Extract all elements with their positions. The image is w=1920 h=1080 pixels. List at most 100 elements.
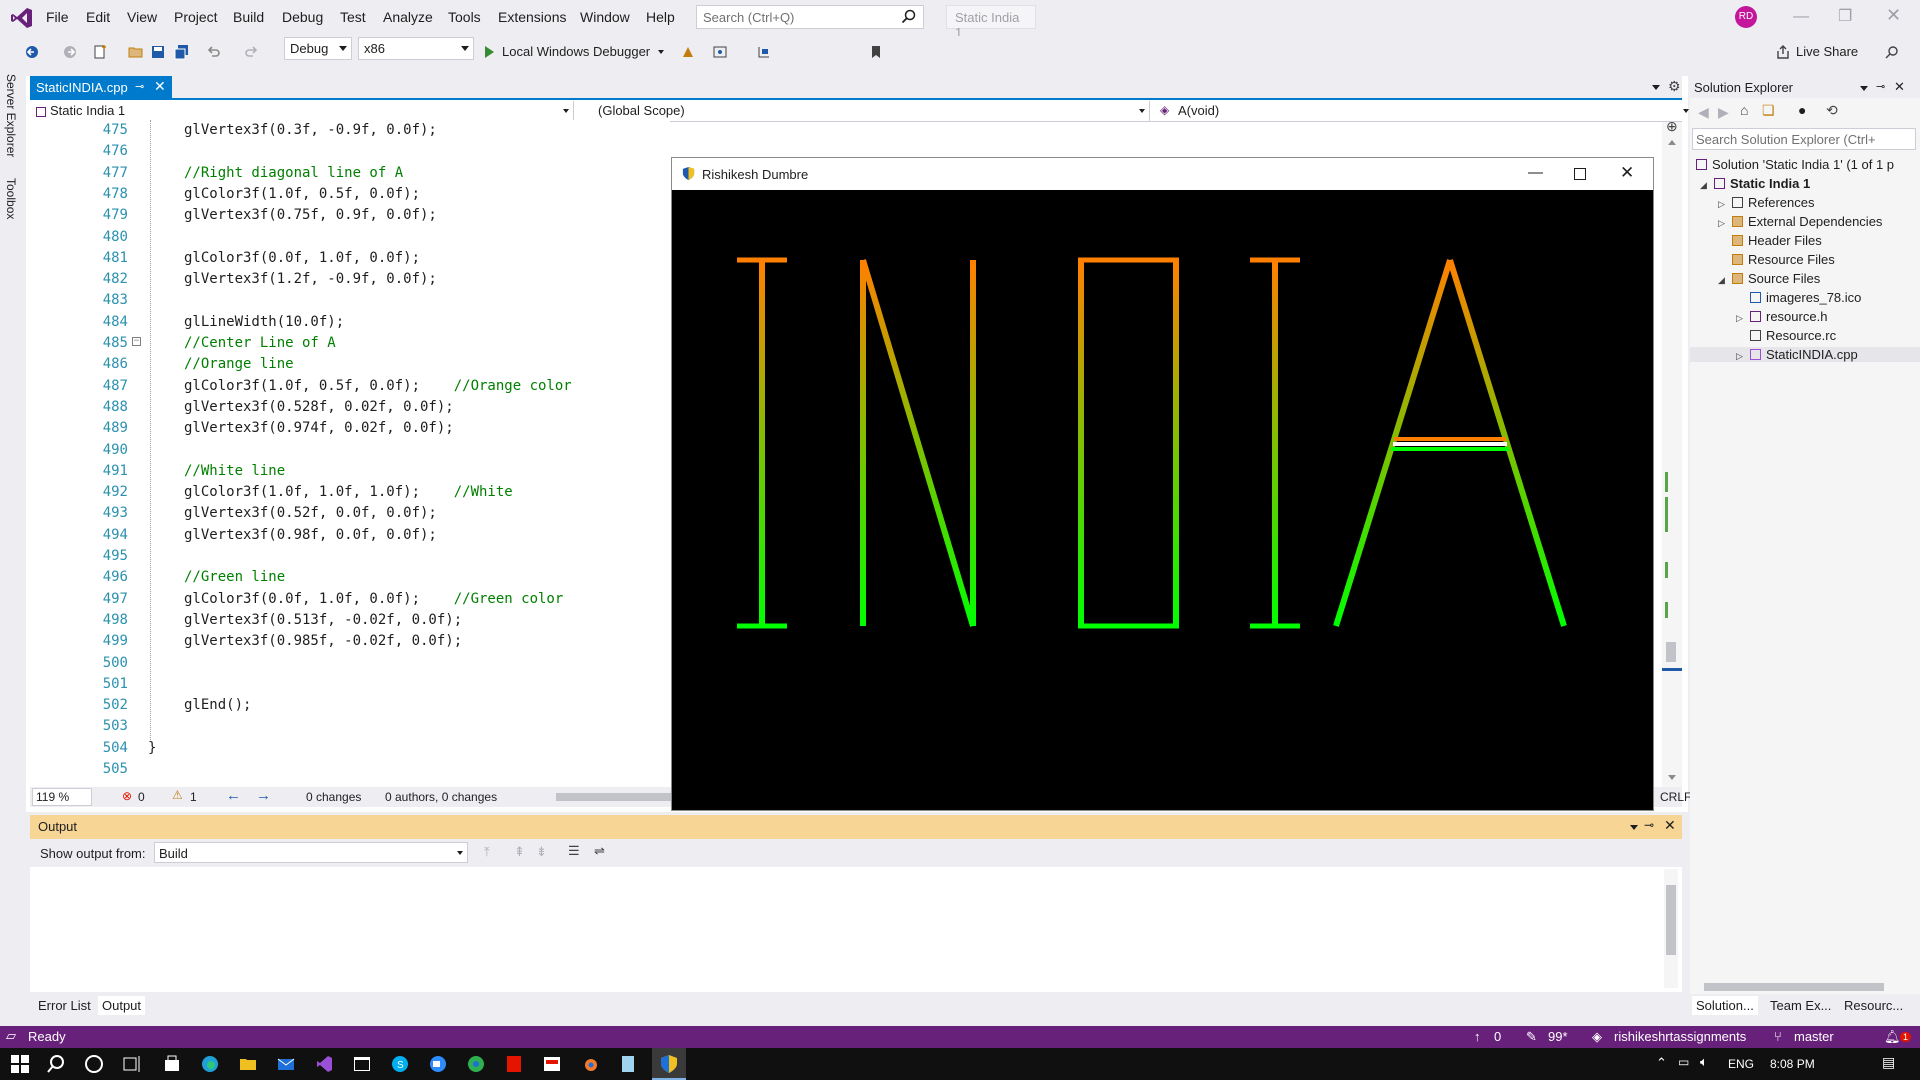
cortana-icon[interactable] bbox=[84, 1054, 104, 1074]
horizontal-scroll-thumb[interactable] bbox=[556, 793, 686, 801]
menu-debug[interactable]: Debug bbox=[282, 9, 323, 25]
menu-build[interactable]: Build bbox=[233, 9, 264, 25]
new-project-icon[interactable] bbox=[92, 44, 108, 60]
minimize-icon[interactable]: — bbox=[1793, 8, 1809, 26]
tree-item[interactable]: Solution 'Static India 1' (1 of 1 p bbox=[1696, 157, 1894, 172]
scroll-up-icon[interactable] bbox=[1668, 140, 1676, 145]
output-vertical-scrollbar[interactable] bbox=[1664, 869, 1678, 988]
clock[interactable]: 8:08 PM bbox=[1770, 1057, 1815, 1071]
edge-icon[interactable] bbox=[200, 1054, 220, 1074]
solution-search-input[interactable]: Search Solution Explorer (Ctrl+ bbox=[1692, 128, 1916, 150]
skype-icon[interactable]: S bbox=[390, 1054, 410, 1074]
collapse-icon[interactable]: − bbox=[132, 337, 141, 346]
menu-window[interactable]: Window bbox=[580, 9, 630, 25]
output-text-area[interactable] bbox=[30, 867, 1682, 992]
acrobat-icon[interactable] bbox=[504, 1054, 524, 1074]
find-message-icon[interactable]: ⤒ bbox=[484, 844, 490, 860]
live-share-icon[interactable] bbox=[1775, 44, 1791, 60]
notification-bell-icon[interactable]: 🔔︎ bbox=[1884, 1029, 1901, 1045]
tab-error-list[interactable]: Error List bbox=[34, 996, 95, 1015]
menu-edit[interactable]: Edit bbox=[86, 9, 110, 25]
tree-item[interactable]: ▷ resource.h bbox=[1736, 309, 1827, 324]
back-icon[interactable] bbox=[24, 44, 40, 60]
horizontal-scroll-thumb[interactable] bbox=[1704, 983, 1884, 991]
menu-extensions[interactable]: Extensions bbox=[498, 9, 566, 25]
menu-project[interactable]: Project bbox=[174, 9, 218, 25]
output-source-select[interactable]: Build bbox=[154, 842, 468, 863]
switch-views-icon[interactable]: ❏ bbox=[1762, 102, 1775, 119]
next-message-icon[interactable]: ⇟ bbox=[536, 844, 547, 860]
tree-item[interactable]: ▷ References bbox=[1718, 195, 1814, 210]
pin-icon[interactable]: ⊸ bbox=[135, 80, 144, 93]
menu-test[interactable]: Test bbox=[340, 9, 366, 25]
start-debugger-label[interactable]: Local Windows Debugger bbox=[502, 44, 650, 59]
windows-start-icon[interactable] bbox=[10, 1054, 30, 1074]
zoom-select[interactable]: 119 % bbox=[32, 788, 92, 806]
start-debug-icon[interactable] bbox=[481, 44, 497, 60]
global-scope-select[interactable]: (Global Scope) bbox=[578, 101, 1150, 121]
repository-icon[interactable]: ◈ bbox=[1592, 1029, 1602, 1045]
next-issue-icon[interactable]: → bbox=[256, 787, 271, 804]
open-folder-icon[interactable] bbox=[128, 44, 144, 60]
pencil-icon[interactable]: ✎ bbox=[1526, 1029, 1537, 1045]
notepad-icon[interactable] bbox=[618, 1054, 638, 1074]
scroll-thumb[interactable] bbox=[1666, 885, 1676, 955]
close-icon[interactable]: ✕ bbox=[1886, 5, 1901, 26]
save-icon[interactable] bbox=[150, 44, 166, 60]
pending-edits-count[interactable]: 99* bbox=[1548, 1029, 1568, 1044]
store-icon[interactable] bbox=[162, 1054, 182, 1074]
clear-all-icon[interactable]: ☰ bbox=[568, 843, 580, 859]
opengl-window-titlebar[interactable]: Rishikesh Dumbre — ✕ bbox=[672, 158, 1653, 190]
split-icon[interactable]: ⊕ bbox=[1666, 118, 1678, 135]
settings-icon[interactable]: ⚙ bbox=[1668, 78, 1681, 95]
editor-vertical-scrollbar[interactable]: ⊕ bbox=[1662, 118, 1682, 787]
close-tab-icon[interactable]: ✕ bbox=[154, 78, 166, 95]
tree-item[interactable]: ▷ External Dependencies bbox=[1718, 214, 1882, 229]
pending-changes-icon[interactable]: ● bbox=[1798, 102, 1806, 118]
live-share-label[interactable]: Live Share bbox=[1796, 44, 1858, 59]
step-icon[interactable] bbox=[756, 44, 772, 60]
save-all-icon[interactable] bbox=[174, 44, 190, 60]
authors-label[interactable]: 0 authors, 0 changes bbox=[385, 790, 497, 804]
panel-dropdown-icon[interactable] bbox=[1630, 825, 1638, 830]
tab-team-explorer[interactable]: Team Ex... bbox=[1766, 996, 1835, 1015]
close-icon[interactable]: ✕ bbox=[1620, 163, 1634, 183]
blender-icon[interactable] bbox=[580, 1054, 600, 1074]
project-scope-select[interactable]: Static India 1 bbox=[30, 101, 574, 121]
collapse-icon[interactable]: ◢ bbox=[1700, 180, 1714, 191]
home-icon[interactable]: ⌂ bbox=[1740, 102, 1748, 118]
error-icon[interactable]: ⊗ bbox=[122, 789, 132, 803]
tree-item[interactable]: Resource Files bbox=[1732, 252, 1835, 267]
word-wrap-icon[interactable]: ⇌ bbox=[594, 843, 605, 859]
file-explorer-icon[interactable] bbox=[238, 1054, 258, 1074]
collapse-icon[interactable]: ◢ bbox=[1718, 275, 1732, 286]
maximize-icon[interactable] bbox=[1574, 168, 1586, 180]
tree-item[interactable]: ◢ Static India 1 bbox=[1700, 176, 1810, 191]
platform-select[interactable]: x86 bbox=[358, 37, 474, 60]
changes-label[interactable]: 0 changes bbox=[306, 790, 361, 804]
network-icon[interactable]: ▭ bbox=[1678, 1055, 1689, 1069]
member-select[interactable]: ◈ A(void) bbox=[1154, 101, 1694, 121]
menu-tools[interactable]: Tools bbox=[448, 9, 481, 25]
expand-icon[interactable]: ▷ bbox=[1718, 218, 1732, 229]
server-explorer-tab[interactable]: Server Explorer bbox=[4, 74, 18, 157]
close-panel-icon[interactable]: ✕ bbox=[1664, 817, 1676, 834]
video-app-icon[interactable] bbox=[542, 1054, 562, 1074]
visual-studio-icon[interactable] bbox=[314, 1054, 334, 1074]
tab-output[interactable]: Output bbox=[98, 996, 146, 1015]
pin-icon[interactable]: ⊸ bbox=[1644, 818, 1654, 832]
opengl-app-icon[interactable] bbox=[659, 1054, 679, 1074]
tray-chevron-icon[interactable]: ⌃ bbox=[1656, 1055, 1667, 1071]
mail-icon[interactable] bbox=[276, 1054, 296, 1074]
scroll-down-icon[interactable] bbox=[1668, 775, 1676, 780]
tree-item[interactable]: Header Files bbox=[1732, 233, 1822, 248]
configuration-select[interactable]: Debug bbox=[284, 37, 352, 60]
volume-icon[interactable]: 🔈︎ bbox=[1700, 1054, 1708, 1070]
warning-icon[interactable]: ⚠ bbox=[172, 788, 183, 802]
tab-list-dropdown-icon[interactable] bbox=[1652, 85, 1660, 90]
expand-icon[interactable]: ▷ bbox=[1718, 199, 1732, 210]
chrome-icon[interactable] bbox=[466, 1054, 486, 1074]
menu-help[interactable]: Help bbox=[646, 9, 675, 25]
expand-icon[interactable]: ▷ bbox=[1736, 351, 1750, 362]
avatar[interactable]: RD bbox=[1735, 6, 1757, 28]
